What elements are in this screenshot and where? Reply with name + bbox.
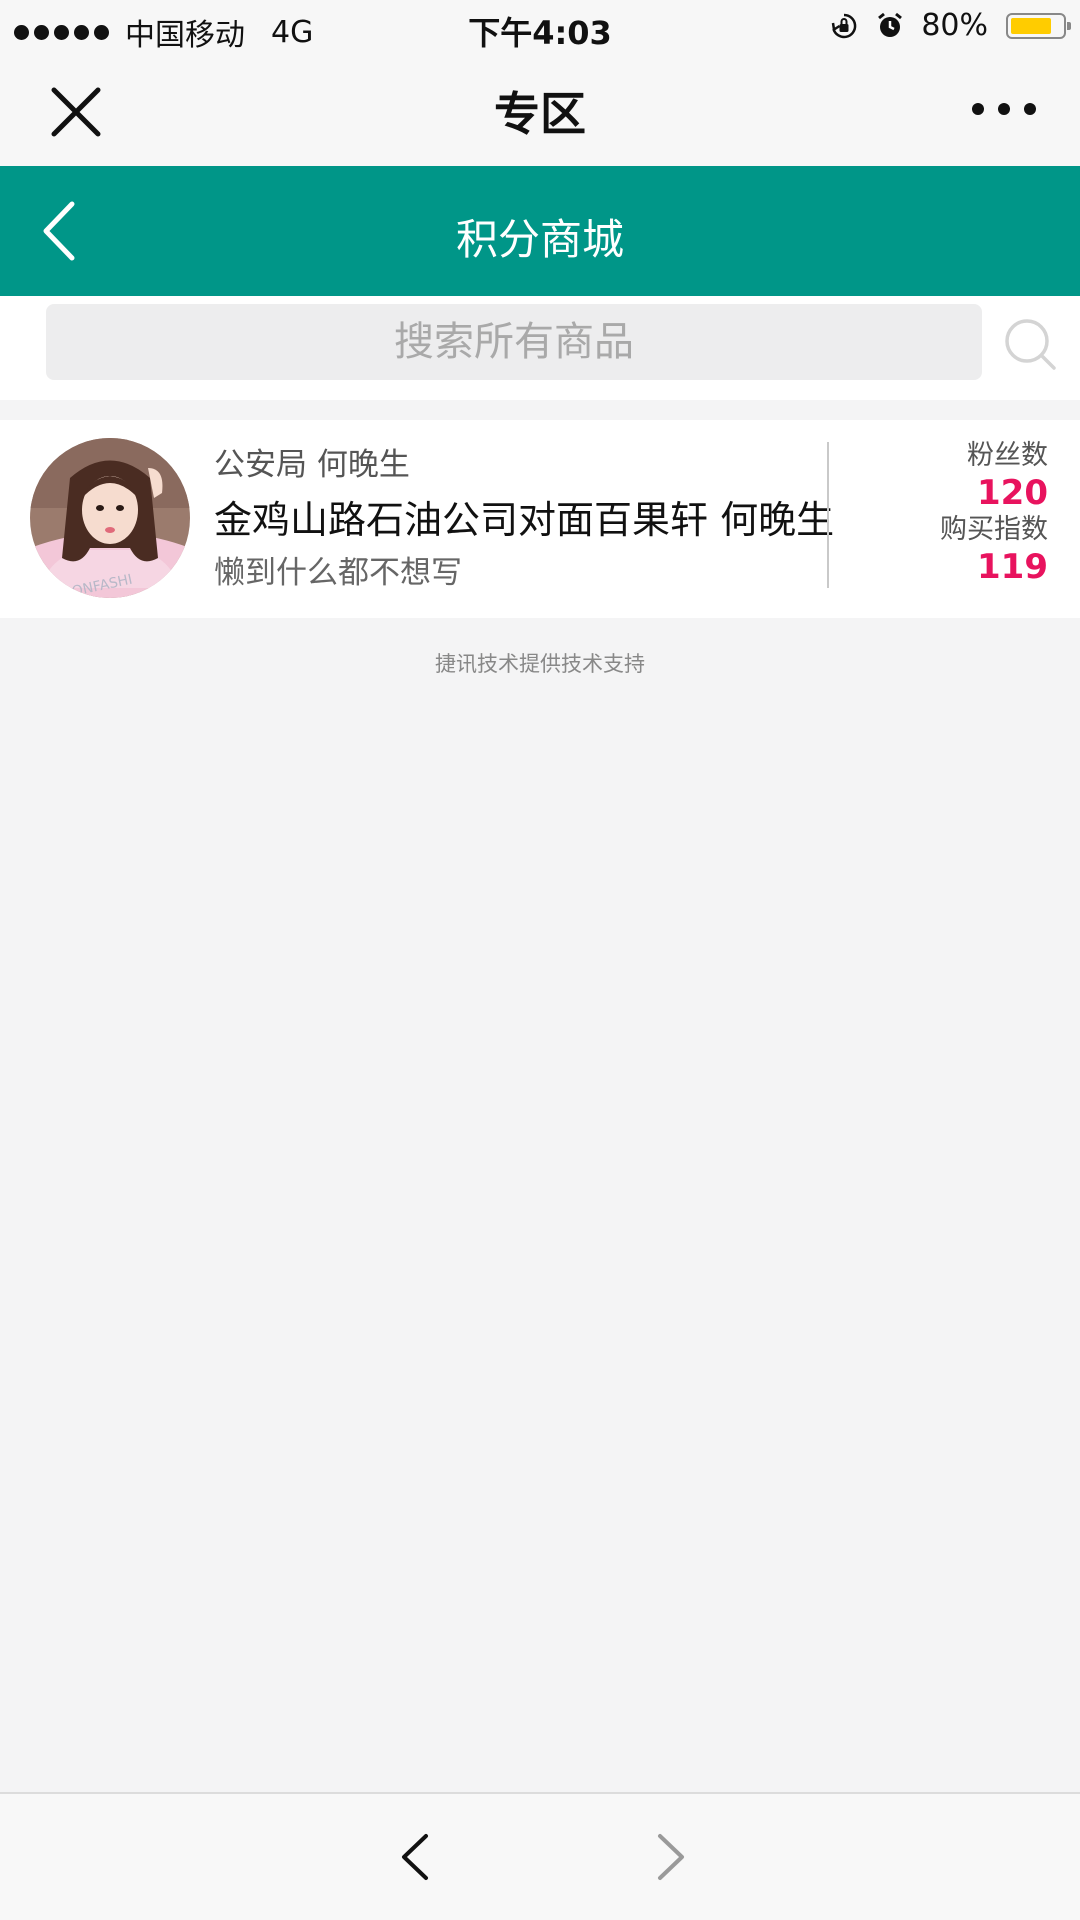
top-nav: 专区: [0, 54, 1080, 166]
vertical-divider: [827, 442, 829, 588]
page-title: 专区: [494, 87, 586, 141]
app-header: 积分商城: [0, 166, 1080, 296]
search-input[interactable]: 搜索所有商品: [46, 304, 982, 380]
profile-org-name: 公安局 何晚生: [214, 447, 410, 483]
search-icon[interactable]: [1002, 316, 1058, 372]
battery-fill: [1011, 17, 1051, 34]
battery-icon: [1006, 12, 1071, 39]
rotation-lock-icon: [832, 13, 857, 38]
more-icon[interactable]: [972, 94, 1036, 124]
fans-label: 粉丝数: [967, 440, 1048, 471]
search-bar: 搜索所有商品: [0, 296, 1080, 400]
chevron-left-icon[interactable]: [396, 1832, 436, 1882]
profile-motto: 懒到什么都不想写: [214, 555, 462, 591]
header-title: 积分商城: [455, 215, 624, 264]
purchase-index-value: 119: [977, 547, 1048, 587]
profile-stats: 粉丝数 120 购买指数 119: [848, 438, 1048, 586]
purchase-index-label: 购买指数: [940, 514, 1048, 545]
alarm-icon: [878, 12, 903, 37]
profile-info: 公安局 何晚生 金鸡山路石油公司对面百果轩 何晚生 懒到什么都不想写: [214, 442, 835, 596]
avatar-image: ONFASHI: [30, 438, 190, 598]
profile-address: 金鸡山路石油公司对面百果轩 何晚生: [214, 498, 835, 542]
status-right: 80%: [829, 8, 1071, 43]
footer-credit: 捷讯技术提供技术支持: [435, 652, 645, 676]
chevron-right-icon[interactable]: [650, 1832, 690, 1882]
avatar[interactable]: ONFASHI: [30, 438, 190, 598]
bottom-nav: [0, 1792, 1080, 1920]
profile-card[interactable]: ONFASHI 公安局 何晚生 金鸡山路石油公司对面百果轩 何晚生 懒到什么都不…: [0, 420, 1080, 618]
battery-percent: 80%: [921, 8, 988, 43]
fans-count: 120: [977, 473, 1048, 513]
status-bar: 中国移动 4G 下午4:03 80%: [0, 0, 1080, 54]
